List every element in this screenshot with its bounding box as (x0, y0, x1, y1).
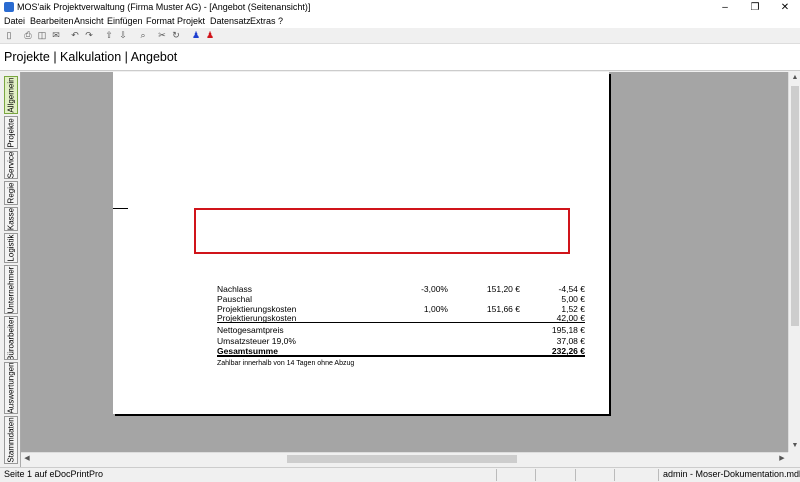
arrow-up-icon[interactable]: ⇧ (103, 29, 115, 41)
tab-logistik[interactable]: Logistik (4, 233, 18, 263)
status-separator (535, 469, 536, 481)
window-title: MOS'aik Projektverwaltung (Firma Muster … (17, 2, 311, 12)
close-button[interactable]: ✕ (770, 0, 800, 15)
status-page-info: Seite 1 auf eDocPrintPro (4, 469, 104, 479)
horizontal-scrollbar[interactable]: ◀ ▶ (21, 452, 788, 465)
horizontal-scroll-thumb[interactable] (287, 455, 517, 463)
menu-bar: Datei Bearbeiten Ansicht Einfügen Format… (0, 15, 800, 28)
menu-bearbeiten[interactable]: Bearbeiten (30, 16, 74, 26)
menu-help[interactable]: ? (278, 16, 283, 26)
tab-service[interactable]: Service (4, 151, 18, 179)
print-icon[interactable]: ⎙ (22, 29, 34, 41)
menu-ansicht[interactable]: Ansicht (74, 16, 104, 26)
status-separator (658, 469, 659, 481)
find-icon[interactable]: ⌕ (137, 29, 149, 41)
tab-regie[interactable]: Regie (4, 181, 18, 205)
toolbar: ▯ ⎙ ◫ ✉ ↶ ↷ ⇧ ⇩ ⌕ ✂ ↻ ♟ ♟ (0, 28, 800, 44)
table-row: Pauschal 5,00 € (217, 294, 585, 304)
total-row: Nettogesamtpreis 195,18 € (217, 325, 585, 335)
app-icon (4, 2, 14, 12)
scroll-down-icon[interactable]: ▼ (789, 440, 800, 452)
menu-projekt[interactable]: Projekt (177, 16, 205, 26)
scroll-up-icon[interactable]: ▲ (789, 72, 800, 84)
total-row: Umsatzsteuer 19,0% 37,08 € (217, 336, 585, 346)
menu-extras[interactable]: Extras (250, 16, 276, 26)
tab-auswertungen[interactable]: Auswertungen (4, 362, 18, 414)
preview-workspace: Nachlass -3,00% 151,20 € -4,54 € Pauscha… (21, 72, 788, 452)
payment-note: Zahlbar innerhalb von 14 Tagen ohne Abzu… (217, 360, 355, 367)
menu-einfuegen[interactable]: Einfügen (107, 16, 143, 26)
highlight-box (194, 208, 570, 254)
page-header: Projekte | Kalkulation | Angebot (0, 44, 800, 71)
refresh-icon[interactable]: ↻ (170, 29, 182, 41)
breadcrumb: Projekte | Kalkulation | Angebot (4, 50, 178, 64)
user-red-icon[interactable]: ♟ (204, 29, 216, 41)
undo-icon[interactable]: ↶ (69, 29, 81, 41)
tab-projekte[interactable]: Projekte (4, 116, 18, 149)
scroll-right-icon[interactable]: ▶ (776, 453, 788, 465)
new-icon[interactable]: ▯ (3, 29, 15, 41)
menu-format[interactable]: Format (146, 16, 175, 26)
table-row: Nachlass -3,00% 151,20 € -4,54 € (217, 284, 585, 294)
tab-kasse[interactable]: Kasse (4, 207, 18, 231)
minimize-button[interactable]: – (710, 0, 740, 15)
title-bar: MOS'aik Projektverwaltung (Firma Muster … (0, 0, 800, 15)
menu-datensatz[interactable]: Datensatz (210, 16, 251, 26)
user-blue-icon[interactable]: ♟ (190, 29, 202, 41)
status-separator (575, 469, 576, 481)
tab-bueroarbeiten[interactable]: Büroarbeiten (4, 316, 18, 360)
arrow-down-icon[interactable]: ⇩ (117, 29, 129, 41)
menu-datei[interactable]: Datei (4, 16, 25, 26)
fold-mark (113, 208, 128, 209)
scroll-left-icon[interactable]: ◀ (21, 453, 33, 465)
vertical-scrollbar[interactable]: ▲ ▼ (788, 72, 800, 452)
status-separator (614, 469, 615, 481)
divider (217, 322, 585, 323)
restore-button[interactable]: ❐ (740, 0, 770, 15)
cut-icon[interactable]: ✂ (156, 29, 168, 41)
vertical-tab-bar: Allgemein Projekte Service Regie Kasse L… (0, 72, 21, 467)
mail-icon[interactable]: ✉ (50, 29, 62, 41)
tab-unternehmer[interactable]: Unternehmer (4, 265, 18, 314)
tab-allgemein[interactable]: Allgemein (4, 76, 18, 114)
status-separator (496, 469, 497, 481)
tab-stammdaten[interactable]: Stammdaten (4, 416, 18, 464)
status-user-db: admin - Moser-Dokumentation.mdb (663, 469, 800, 479)
print-preview-icon[interactable]: ◫ (36, 29, 48, 41)
double-underline (217, 355, 585, 357)
status-bar: Seite 1 auf eDocPrintPro admin - Moser-D… (0, 467, 800, 482)
vertical-scroll-thumb[interactable] (791, 86, 799, 326)
redo-icon[interactable]: ↷ (83, 29, 95, 41)
